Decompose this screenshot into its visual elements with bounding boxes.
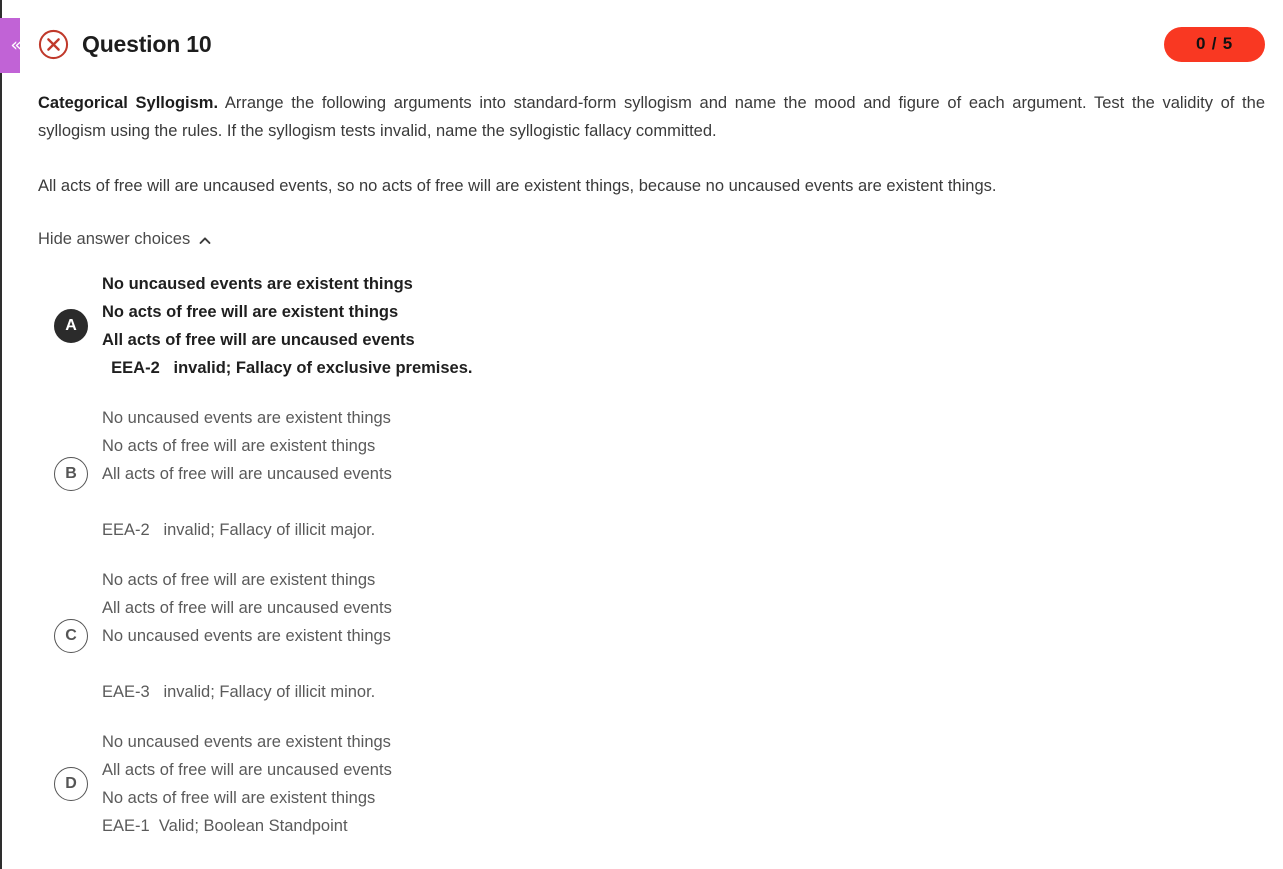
sidebar-collapse-handle[interactable]: « [0, 18, 22, 73]
question-header: Question 10 0 / 5 [38, 0, 1265, 88]
answer-choice-c[interactable]: C No acts of free will are existent thin… [38, 566, 1265, 706]
choice-marker-c[interactable]: C [54, 619, 88, 653]
answer-choices-list: A No uncaused events are existent things… [38, 270, 1265, 840]
chevron-up-icon [199, 236, 211, 244]
question-prompt-body: Arrange the following arguments into sta… [38, 94, 1265, 140]
choice-text-d: No uncaused events are existent things A… [102, 733, 392, 835]
answer-choice-d[interactable]: D No uncaused events are existent things… [38, 728, 1265, 840]
question-prompt: Categorical Syllogism. Arrange the follo… [38, 88, 1265, 145]
question-argument: All acts of free will are uncaused event… [38, 177, 997, 195]
question-prompt-label: Categorical Syllogism. [38, 94, 219, 112]
left-edge-rule [0, 0, 2, 869]
hide-answer-choices-label: Hide answer choices [38, 230, 191, 248]
question-page: Question 10 0 / 5 Categorical Syllogism.… [0, 0, 1283, 869]
question-header-left: Question 10 [38, 29, 212, 60]
chevron-left-icon: « [10, 34, 22, 56]
choice-marker-d[interactable]: D [54, 767, 88, 801]
circle-x-icon [38, 29, 69, 59]
hide-answer-choices-toggle[interactable]: Hide answer choices [38, 230, 211, 249]
choice-text-b: No uncaused events are existent things N… [102, 409, 392, 539]
score-badge: 0 / 5 [1164, 26, 1265, 62]
choice-text-a: No uncaused events are existent things N… [102, 275, 473, 377]
page-title: Question 10 [82, 30, 212, 57]
answer-choice-a[interactable]: A No uncaused events are existent things… [38, 270, 1265, 382]
choice-marker-a[interactable]: A [54, 309, 88, 343]
choice-text-c: No acts of free will are existent things… [102, 571, 392, 701]
answer-choice-b[interactable]: B No uncaused events are existent things… [38, 404, 1265, 544]
choice-marker-b[interactable]: B [54, 457, 88, 491]
